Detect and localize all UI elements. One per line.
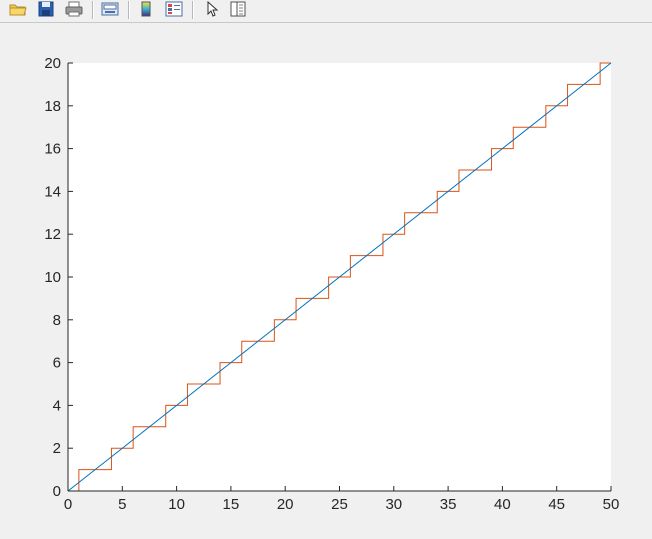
x-tick-label: 25	[331, 496, 348, 513]
x-tick-label: 15	[223, 496, 240, 513]
x-tick-label: 0	[64, 496, 72, 513]
y-tick-label: 10	[44, 269, 61, 286]
y-tick-label: 20	[44, 55, 61, 72]
plot-svg: 0 5 10 15 20 25 30 35 40 45 50 0 2 4 6 8 10 12 14 16 18 20	[44, 55, 620, 513]
x-tick-label: 50	[603, 496, 620, 513]
x-tick-label: 10	[168, 496, 185, 513]
property-inspector-icon[interactable]	[228, 0, 248, 18]
y-tick-label: 12	[44, 226, 61, 243]
toolbar-separator	[92, 1, 94, 19]
x-tick-label: 35	[440, 496, 457, 513]
y-tick-label: 14	[44, 183, 61, 200]
x-tick-label: 40	[494, 496, 511, 513]
y-tick-label: 18	[44, 98, 61, 115]
x-tick-label: 20	[277, 496, 294, 513]
y-tick-label: 4	[53, 397, 61, 414]
x-tick-label: 5	[118, 496, 126, 513]
y-tick-label: 6	[53, 355, 61, 372]
y-tick-label: 8	[53, 312, 61, 329]
figure-toolbar	[0, 0, 652, 23]
y-tick-label: 16	[44, 141, 61, 158]
figure-canvas: 0 5 10 15 20 25 30 35 40 45 50 0 2 4 6 8 10 12 14 16 18 20	[0, 23, 652, 534]
toolbar-separator	[128, 1, 130, 19]
save-icon[interactable]	[36, 0, 56, 18]
link-plot-icon[interactable]	[100, 0, 120, 18]
y-tick-label: 2	[53, 440, 61, 457]
y-tick-label: 0	[53, 483, 61, 500]
edit-plot-arrow-icon[interactable]	[202, 0, 222, 18]
x-tick-label: 45	[548, 496, 565, 513]
print-icon[interactable]	[64, 0, 84, 18]
insert-legend-icon[interactable]	[164, 0, 184, 18]
insert-colorbar-icon[interactable]	[136, 0, 156, 18]
toolbar-separator	[192, 1, 194, 19]
open-folder-icon[interactable]	[8, 0, 28, 18]
x-tick-label: 30	[385, 496, 402, 513]
